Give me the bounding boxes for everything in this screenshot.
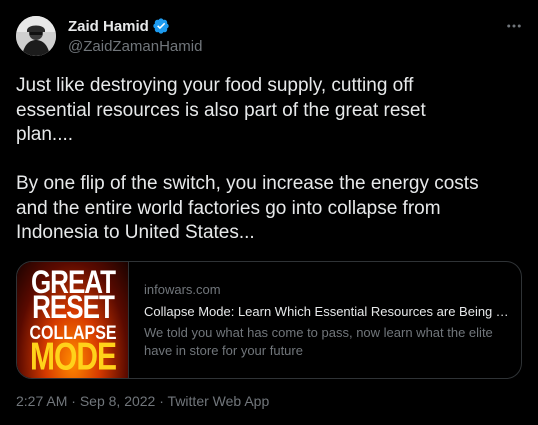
card-title: Collapse Mode: Learn Which Essential Res… xyxy=(144,304,514,319)
card-body: infowars.com Collapse Mode: Learn Which … xyxy=(144,281,514,360)
card-domain: infowars.com xyxy=(144,282,221,297)
tweet-text: Just like destroying your food supply, c… xyxy=(16,75,479,243)
card-description: We told you what has come to pass, now l… xyxy=(144,325,493,358)
tweet-meta: 2:27 AM · Sep 8, 2022 · Twitter Web App xyxy=(16,393,269,409)
verified-badge-icon xyxy=(152,17,170,35)
avatar[interactable] xyxy=(16,16,56,56)
more-horizontal-icon xyxy=(507,24,521,28)
thumbnail-graphic-text: GREAT RESET COLLAPSE MODE xyxy=(17,266,128,377)
tweet-source[interactable]: Twitter Web App xyxy=(168,393,270,409)
tweet-time[interactable]: 2:27 AM xyxy=(16,393,67,409)
meta-separator: · xyxy=(155,393,168,409)
author-display-name[interactable]: Zaid Hamid xyxy=(68,18,149,35)
thumbnail-line-reset: RESET xyxy=(32,288,115,326)
author-name-row: Zaid Hamid xyxy=(68,16,170,36)
tweet: Zaid Hamid @ZaidZamanHamid Just like des… xyxy=(0,0,538,425)
meta-separator: · xyxy=(67,393,80,409)
avatar-image xyxy=(16,16,56,56)
tweet-date[interactable]: Sep 8, 2022 xyxy=(80,393,156,409)
author-handle[interactable]: @ZaidZamanHamid xyxy=(68,38,202,55)
more-options-button[interactable] xyxy=(502,14,526,38)
link-preview-card[interactable]: GREAT RESET COLLAPSE MODE infowars.com C… xyxy=(16,261,522,379)
card-thumbnail: GREAT RESET COLLAPSE MODE xyxy=(17,262,129,378)
thumbnail-line-mode: MODE xyxy=(30,335,117,378)
